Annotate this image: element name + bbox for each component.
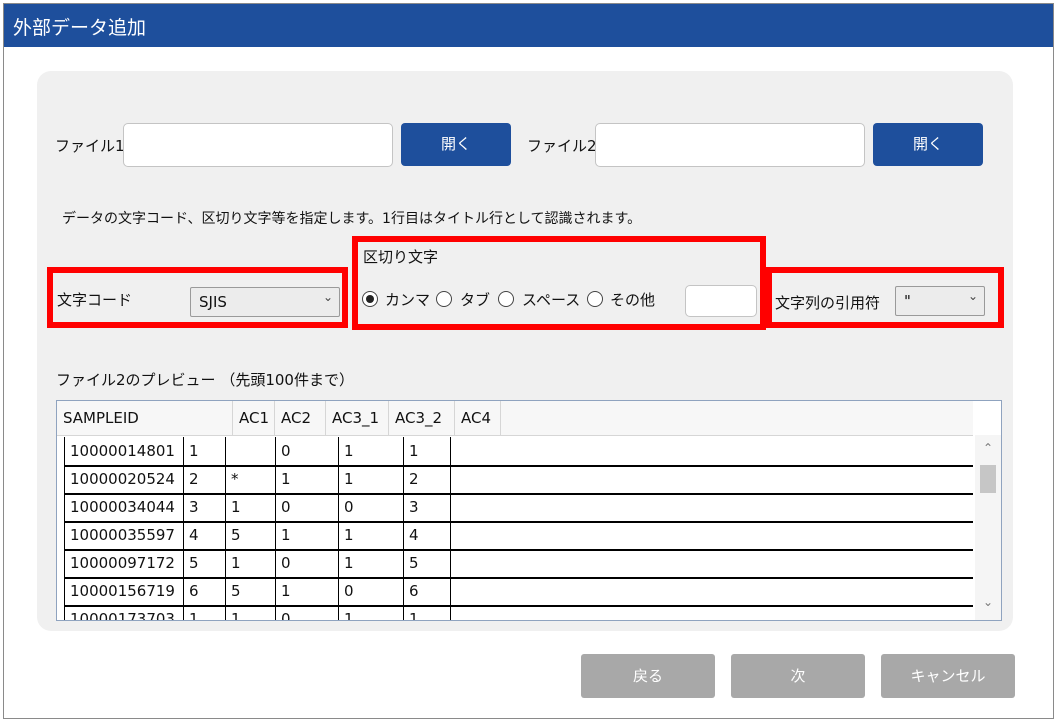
scroll-down-icon[interactable]: ⌄: [975, 595, 1001, 609]
cell-ac1: 4: [183, 521, 226, 549]
vertical-scrollbar[interactable]: ⌃ ⌄: [975, 435, 1001, 620]
cell-ac3-2: 1: [338, 549, 404, 577]
cell-ac3-1: 0: [275, 493, 339, 521]
column-header-ac2[interactable]: AC2: [275, 401, 326, 435]
table-row[interactable]: 10000156719 6 5 1 0 6: [64, 577, 973, 607]
scroll-up-icon[interactable]: ⌃: [975, 441, 1001, 455]
highlight-box-quote: [766, 267, 1004, 328]
cell-ac4: 1: [403, 605, 451, 620]
cell-ac4: 6: [403, 577, 451, 605]
cell-sampleid: 10000156719: [64, 577, 184, 605]
cell-ac2: [225, 437, 276, 465]
highlight-box-encoding: [47, 267, 348, 328]
cell-ac4: 2: [403, 465, 451, 493]
cell-ac4: 3: [403, 493, 451, 521]
cell-sampleid: 10000034044: [64, 493, 184, 521]
table-row[interactable]: 10000173703 1 1 0 1 1: [64, 605, 973, 620]
cell-ac3-1: 0: [275, 605, 339, 620]
instructions-text: データの文字コード、区切り文字等を指定します。1行目はタイトル行として認識されま…: [62, 211, 642, 227]
column-header-ac3-2[interactable]: AC3_2: [389, 401, 455, 435]
cell-sampleid: 10000014801: [64, 437, 184, 465]
cell-sampleid: 10000173703: [64, 605, 184, 620]
cell-sampleid: 10000035597: [64, 521, 184, 549]
cell-ac3-1: 1: [275, 577, 339, 605]
grid-header: SAMPLEID AC1 AC2 AC3_1 AC3_2 AC4: [57, 401, 973, 436]
title-bar: 外部データ追加: [4, 4, 1053, 47]
window-title: 外部データ追加: [13, 17, 147, 39]
cell-ac4: 5: [403, 549, 451, 577]
cell-ac4: 4: [403, 521, 451, 549]
preview-grid[interactable]: SAMPLEID AC1 AC2 AC3_1 AC3_2 AC4 1000001…: [56, 400, 1002, 621]
file1-label: ファイル1: [55, 137, 125, 155]
table-row[interactable]: 10000097172 5 1 0 1 5: [64, 549, 973, 579]
cell-sampleid: 10000020524: [64, 465, 184, 493]
table-row[interactable]: 10000034044 3 1 0 0 3: [64, 493, 973, 523]
cell-ac3-1: 1: [275, 521, 339, 549]
cell-ac3-1: 0: [275, 549, 339, 577]
cell-ac1: 2: [183, 465, 226, 493]
file2-label: ファイル2: [527, 137, 597, 155]
file1-input[interactable]: [123, 123, 393, 167]
column-header-sampleid[interactable]: SAMPLEID: [57, 401, 233, 435]
back-button[interactable]: 戻る: [581, 654, 715, 698]
cell-ac3-1: 0: [275, 437, 339, 465]
table-row[interactable]: 10000035597 4 5 1 1 4: [64, 521, 973, 551]
cell-ac3-2: 0: [338, 577, 404, 605]
file2-input[interactable]: [595, 123, 865, 167]
cell-ac1: 5: [183, 549, 226, 577]
cell-ac2: *: [225, 465, 276, 493]
cell-ac2: 1: [225, 549, 276, 577]
preview-label: ファイル2のプレビュー （先頭100件まで）: [56, 371, 354, 389]
cell-ac4: 1: [403, 437, 451, 465]
cell-ac3-2: 1: [338, 521, 404, 549]
next-button[interactable]: 次: [731, 654, 865, 698]
cell-ac3-2: 1: [338, 465, 404, 493]
file1-open-button[interactable]: 開く: [401, 123, 511, 166]
column-header-ac3-1[interactable]: AC3_1: [326, 401, 389, 435]
cell-sampleid: 10000097172: [64, 549, 184, 577]
cell-ac1: 6: [183, 577, 226, 605]
cell-ac3-2: 1: [338, 437, 404, 465]
table-row[interactable]: 10000014801 1 0 1 1: [64, 437, 973, 467]
cancel-button[interactable]: キャンセル: [881, 654, 1015, 698]
table-row[interactable]: 10000020524 2 * 1 1 2: [64, 465, 973, 495]
column-header-ac4[interactable]: AC4: [455, 401, 501, 435]
cell-ac2: 1: [225, 493, 276, 521]
file2-open-button[interactable]: 開く: [873, 123, 983, 166]
cell-ac3-2: 1: [338, 605, 404, 620]
cell-ac1: 1: [183, 437, 226, 465]
cell-ac3-1: 1: [275, 465, 339, 493]
cell-ac1: 3: [183, 493, 226, 521]
scroll-thumb[interactable]: [980, 465, 996, 493]
cell-ac3-2: 0: [338, 493, 404, 521]
cell-ac2: 5: [225, 577, 276, 605]
highlight-box-delimiter: [352, 236, 766, 330]
cell-ac1: 1: [183, 605, 226, 620]
cell-ac2: 5: [225, 521, 276, 549]
column-header-ac1[interactable]: AC1: [233, 401, 275, 435]
cell-ac2: 1: [225, 605, 276, 620]
